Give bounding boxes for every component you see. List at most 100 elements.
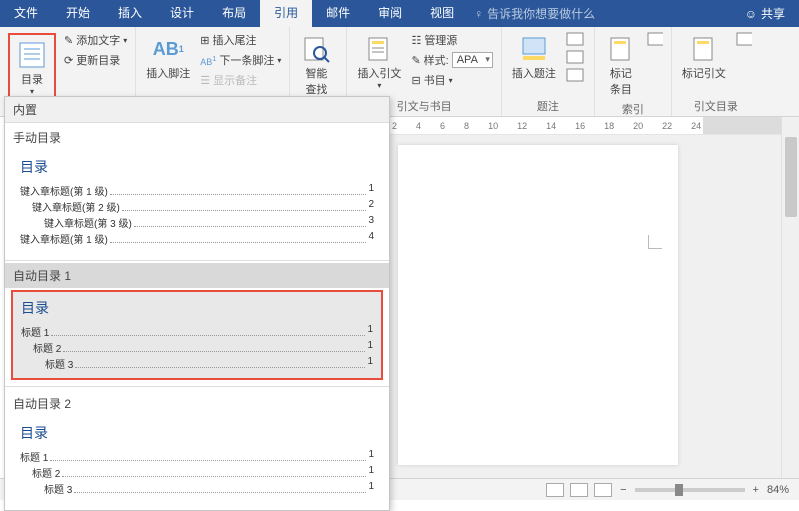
show-notes-button: ☰ 显示备注: [198, 71, 283, 89]
style-selector[interactable]: ✎ 样式: APA: [409, 51, 494, 69]
refresh-icon: ⟳: [64, 54, 73, 67]
group-label-captions: 题注: [508, 96, 588, 114]
auto2-preview[interactable]: 目录 标题 11标题 21标题 31: [11, 416, 383, 504]
tab-layout[interactable]: 布局: [208, 0, 260, 27]
gallery-builtin-header: 内置: [5, 97, 389, 123]
tab-review[interactable]: 审阅: [364, 0, 416, 27]
chevron-down-icon: ▾: [123, 36, 127, 45]
toc-line: 键入章标题(第 1 级)4: [20, 231, 374, 246]
tell-me[interactable]: ♀ 告诉我你想要做什么: [474, 5, 595, 22]
share-button[interactable]: ☺ 共享: [745, 5, 785, 22]
tab-home[interactable]: 开始: [52, 0, 104, 27]
ruler-tick: 8: [464, 121, 469, 131]
caption-extra-3[interactable]: [564, 67, 588, 83]
insert-footnote-label: 插入脚注: [146, 65, 190, 81]
ruler-margin-shade: [703, 117, 781, 134]
toc-line: 标题 31: [21, 356, 373, 371]
update-toc-button[interactable]: ⟳ 更新目录: [62, 51, 129, 69]
add-text-icon: ✎: [64, 34, 73, 47]
horizontal-ruler[interactable]: 2468101214161820222426283032343638404244…: [388, 117, 781, 135]
chevron-down-icon: ▾: [449, 76, 453, 85]
document-area[interactable]: [388, 135, 781, 478]
toc-button[interactable]: 目录 ▾: [12, 37, 52, 98]
index-icon: [605, 33, 637, 65]
show-notes-label: 显示备注: [213, 72, 257, 88]
tab-view[interactable]: 视图: [416, 0, 468, 27]
insert-caption-label: 插入题注: [512, 65, 556, 81]
toc-line: 键入章标题(第 3 级)3: [20, 215, 374, 230]
manage-icon: ☷: [411, 34, 421, 47]
footnote-icon: AB1: [152, 33, 184, 65]
insert-endnote-button[interactable]: ⊞ 插入尾注: [198, 31, 283, 49]
group-index: 标记 条目 索引: [595, 27, 672, 116]
ruler-tick: 24: [691, 121, 701, 131]
insert-citation-button[interactable]: 插入引文 ▾: [353, 31, 405, 96]
style-icon: ✎: [411, 54, 420, 67]
search-icon: [300, 33, 332, 65]
auto1-preview[interactable]: 目录 标题 11标题 21标题 31: [11, 290, 383, 380]
zoom-knob[interactable]: [675, 484, 683, 496]
bibliography-button[interactable]: ⊟ 书目 ▾: [409, 71, 494, 89]
toc-line: 标题 21: [21, 340, 373, 355]
manage-sources-label: 管理源: [424, 32, 457, 48]
manual-toc-preview[interactable]: 目录 键入章标题(第 1 级)1键入章标题(第 2 级)2键入章标题(第 3 级…: [11, 150, 383, 254]
mark-entry-button[interactable]: 标记 条目: [601, 31, 641, 99]
tell-me-label: 告诉我你想要做什么: [487, 5, 595, 22]
toc-line: 标题 21: [20, 465, 374, 480]
toc-line: 键入章标题(第 1 级)1: [20, 183, 374, 198]
group-toa: 标记引文 引文目录: [672, 27, 760, 116]
scroll-thumb[interactable]: [785, 137, 797, 217]
view-web-button[interactable]: [594, 483, 612, 497]
view-buttons: [546, 483, 612, 497]
group-captions: 插入题注 题注: [502, 27, 595, 116]
smart-lookup-button[interactable]: 智能 查找: [296, 31, 336, 99]
mark-citation-button[interactable]: 标记引文: [678, 31, 730, 96]
toc-label: 目录: [21, 71, 43, 87]
insert-footnote-button[interactable]: AB1 插入脚注: [142, 31, 194, 96]
view-print-button[interactable]: [570, 483, 588, 497]
zoom-out-icon[interactable]: −: [620, 484, 626, 496]
toa-extra[interactable]: [734, 31, 754, 47]
chevron-down-icon: ▾: [30, 87, 34, 96]
zoom-value[interactable]: 84%: [767, 484, 789, 496]
insert-caption-button[interactable]: 插入题注: [508, 31, 560, 96]
manage-sources-button[interactable]: ☷ 管理源: [409, 31, 494, 49]
smart-lookup-label: 智能 查找: [305, 65, 327, 97]
tab-references[interactable]: 引用: [260, 0, 312, 27]
endnote-icon: ⊞: [200, 34, 209, 47]
toa-icon: [688, 33, 720, 65]
next-footnote-button[interactable]: AB1 下一条脚注 ▾: [198, 51, 283, 69]
ruler-tick: 14: [546, 121, 556, 131]
vertical-scrollbar[interactable]: [781, 117, 799, 478]
tab-design[interactable]: 设计: [156, 0, 208, 27]
page[interactable]: [398, 145, 678, 465]
tab-file[interactable]: 文件: [0, 0, 52, 27]
auto1-section: 自动目录 1: [5, 263, 389, 288]
caption-extra-1[interactable]: [564, 31, 588, 47]
show-notes-icon: ☰: [200, 74, 210, 87]
toc-line: 标题 11: [21, 324, 373, 339]
view-read-button[interactable]: [546, 483, 564, 497]
ruler-tick: 6: [440, 121, 445, 131]
caption-extra-2[interactable]: [564, 49, 588, 65]
ruler-tick: 20: [633, 121, 643, 131]
biblio-label: 书目: [424, 72, 446, 88]
index-extra[interactable]: [645, 31, 665, 47]
tab-mailings[interactable]: 邮件: [312, 0, 364, 27]
tab-insert[interactable]: 插入: [104, 0, 156, 27]
ruler-tick: 18: [604, 121, 614, 131]
lightbulb-icon: ♀: [474, 7, 483, 21]
toc-line: 键入章标题(第 2 级)2: [20, 199, 374, 214]
chevron-down-icon: ▾: [377, 81, 381, 90]
manual-toc-section: 手动目录: [5, 123, 389, 148]
zoom-in-icon[interactable]: +: [753, 484, 759, 496]
biblio-icon: ⊟: [411, 74, 420, 87]
zoom-slider[interactable]: [635, 488, 745, 492]
add-text-button[interactable]: ✎ 添加文字 ▾: [62, 31, 129, 49]
ruler-tick: 22: [662, 121, 672, 131]
style-combo[interactable]: APA: [452, 52, 493, 68]
next-footnote-icon: AB1: [200, 54, 216, 67]
citation-icon: [363, 33, 395, 65]
chevron-down-icon: ▾: [277, 56, 281, 65]
next-footnote-label: 下一条脚注: [219, 52, 274, 68]
